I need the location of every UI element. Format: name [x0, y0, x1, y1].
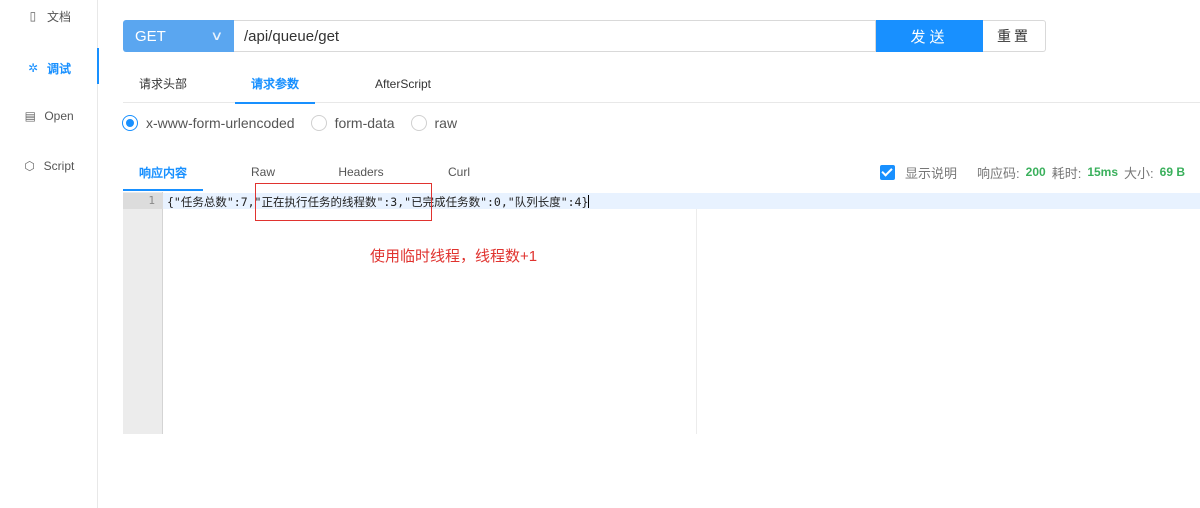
status-value: 200	[1025, 165, 1046, 179]
code-icon: ⬡	[24, 159, 35, 173]
sidebar-item-label: 调试	[46, 61, 71, 76]
annotation-text: 使用临时线程，线程数+1	[370, 248, 538, 265]
size-value: 69 B	[1159, 165, 1185, 179]
response-editor[interactable]: 1 {"任务总数":7,"正在执行任务的线程数":3,"已完成任务数":0,"队…	[123, 192, 1200, 434]
request-tabs: 请求头部 请求参数 AfterScript	[123, 64, 1200, 104]
radio-label: raw	[434, 115, 458, 131]
radio-raw[interactable]: raw	[410, 115, 458, 131]
show-description-label: 显示说明	[905, 165, 958, 181]
method-value: GET	[135, 27, 166, 45]
radio-urlencoded[interactable]: x-www-form-urlencoded	[122, 115, 295, 131]
send-button[interactable]: 发送	[876, 20, 983, 52]
response-meta: 显示说明 响应码: 200 耗时: 15ms 大小: 69 B	[880, 162, 1185, 182]
sidebar: ▯ 文档 ✲ 调试 ▤ Open ⬡ Script	[0, 0, 99, 508]
print-margin	[696, 209, 697, 434]
time-value: 15ms	[1087, 165, 1119, 179]
radio-label: form-data	[334, 115, 395, 131]
url-input[interactable]	[234, 20, 876, 52]
bug-icon: ✲	[27, 61, 39, 75]
sidebar-item-docs[interactable]: ▯ 文档	[0, 0, 98, 36]
sidebar-item-debug[interactable]: ✲ 调试	[0, 48, 99, 88]
radio-label: x-www-form-urlencoded	[146, 115, 295, 131]
highlight-box	[255, 183, 432, 221]
tab-request-headers[interactable]: 请求头部	[123, 64, 203, 103]
radio-circle	[410, 115, 427, 131]
tab-request-params[interactable]: 请求参数	[235, 64, 315, 104]
line-number: 1	[148, 194, 155, 207]
chevron-down-icon: ∨	[210, 28, 224, 43]
document-icon: ▯	[29, 9, 37, 23]
editor-gutter	[123, 192, 163, 434]
sidebar-item-label: 文档	[46, 9, 71, 24]
sidebar-item-label: Script	[43, 159, 75, 173]
tab-response-content[interactable]: 响应内容	[123, 154, 203, 191]
text-cursor	[588, 195, 590, 208]
reset-button[interactable]: 重置	[983, 20, 1046, 52]
size-label: 大小:	[1124, 165, 1154, 181]
tab-curl[interactable]: Curl	[431, 154, 487, 190]
show-description-checkbox[interactable]	[880, 164, 896, 180]
sidebar-item-label: Open	[44, 109, 74, 123]
tab-after-script[interactable]: AfterScript	[347, 64, 459, 103]
file-icon: ▤	[24, 109, 36, 123]
sidebar-item-script[interactable]: ⬡ Script	[0, 146, 98, 186]
status-label: 响应码:	[977, 165, 1020, 181]
radio-circle	[122, 115, 138, 131]
radio-circle	[310, 115, 327, 131]
body-type-group: x-www-form-urlencoded form-data raw	[122, 112, 473, 134]
sidebar-item-open[interactable]: ▤ Open	[0, 96, 98, 136]
method-select[interactable]: GET ∨	[123, 20, 234, 52]
radio-form-data[interactable]: form-data	[310, 115, 395, 131]
url-bar: GET ∨ 发送 重置	[123, 20, 1046, 52]
time-label: 耗时:	[1051, 165, 1082, 181]
